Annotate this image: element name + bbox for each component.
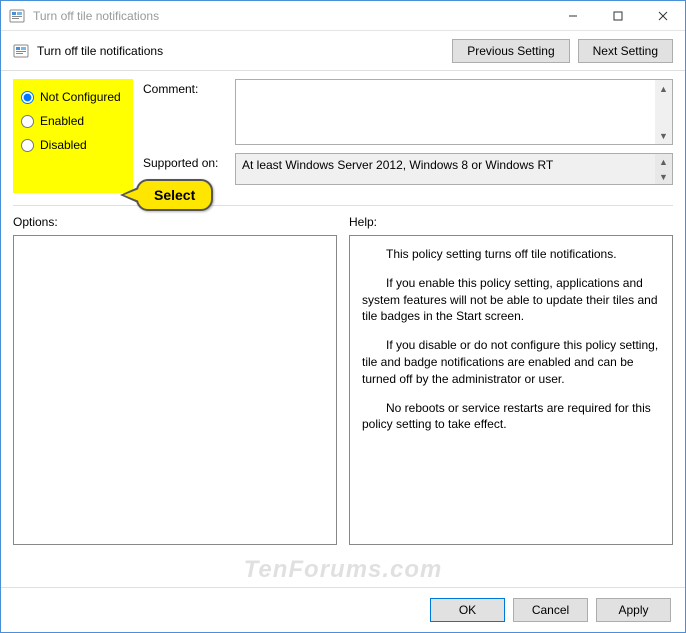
help-label: Help:	[349, 212, 673, 235]
radio-enabled[interactable]: Enabled	[19, 109, 125, 133]
scroll-up-icon[interactable]: ▲	[655, 80, 672, 97]
annotation-callout: Select	[136, 179, 213, 211]
content-area: Not Configured Enabled Disabled Comment:	[1, 71, 685, 545]
help-paragraph: No reboots or service restarts are requi…	[362, 400, 660, 434]
callout-bubble: Select	[136, 179, 213, 211]
radio-label: Enabled	[40, 114, 84, 128]
separator	[13, 205, 673, 206]
help-paragraph: If you enable this policy setting, appli…	[362, 275, 660, 325]
scroll-down-icon: ▼	[655, 169, 672, 184]
previous-setting-button[interactable]: Previous Setting	[452, 39, 569, 63]
help-panel: This policy setting turns off tile notif…	[349, 235, 673, 545]
minimize-button[interactable]	[550, 1, 595, 30]
comment-textarea[interactable]	[236, 80, 654, 130]
supported-on-box: At least Windows Server 2012, Windows 8 …	[235, 153, 673, 185]
dialog-footer: OK Cancel Apply	[1, 587, 685, 632]
toolbar: Turn off tile notifications Previous Set…	[1, 31, 685, 71]
scrollbar: ▲ ▼	[655, 154, 672, 184]
scroll-up-icon: ▲	[655, 154, 672, 169]
radio-label: Not Configured	[40, 90, 121, 104]
dialog-window: Turn off tile notifications Turn off til…	[0, 0, 686, 633]
radio-disabled-input[interactable]	[21, 139, 34, 152]
app-icon	[9, 8, 25, 24]
help-paragraph: If you disable or do not configure this …	[362, 337, 660, 387]
radio-not-configured[interactable]: Not Configured	[19, 85, 125, 109]
radio-not-configured-input[interactable]	[21, 91, 34, 104]
watermark: TenForums.com	[1, 556, 685, 584]
maximize-button[interactable]	[595, 1, 640, 30]
policy-name: Turn off tile notifications	[37, 44, 452, 58]
window-title: Turn off tile notifications	[33, 9, 550, 23]
scroll-down-icon[interactable]: ▼	[655, 127, 672, 144]
comment-label: Comment:	[143, 79, 235, 96]
options-panel	[13, 235, 337, 545]
next-setting-button[interactable]: Next Setting	[578, 39, 673, 63]
window-controls	[550, 1, 685, 30]
radio-enabled-input[interactable]	[21, 115, 34, 128]
title-bar: Turn off tile notifications	[1, 1, 685, 31]
options-label: Options:	[13, 212, 337, 235]
close-button[interactable]	[640, 1, 685, 30]
state-radio-group: Not Configured Enabled Disabled	[13, 79, 133, 193]
radio-disabled[interactable]: Disabled	[19, 133, 125, 157]
policy-icon	[13, 43, 29, 59]
scrollbar[interactable]: ▲ ▼	[655, 80, 672, 144]
apply-button[interactable]: Apply	[596, 598, 671, 622]
supported-on-text: At least Windows Server 2012, Windows 8 …	[242, 158, 553, 172]
cancel-button[interactable]: Cancel	[513, 598, 588, 622]
help-paragraph: This policy setting turns off tile notif…	[362, 246, 660, 263]
radio-label: Disabled	[40, 138, 87, 152]
ok-button[interactable]: OK	[430, 598, 505, 622]
supported-on-label: Supported on:	[143, 153, 235, 170]
